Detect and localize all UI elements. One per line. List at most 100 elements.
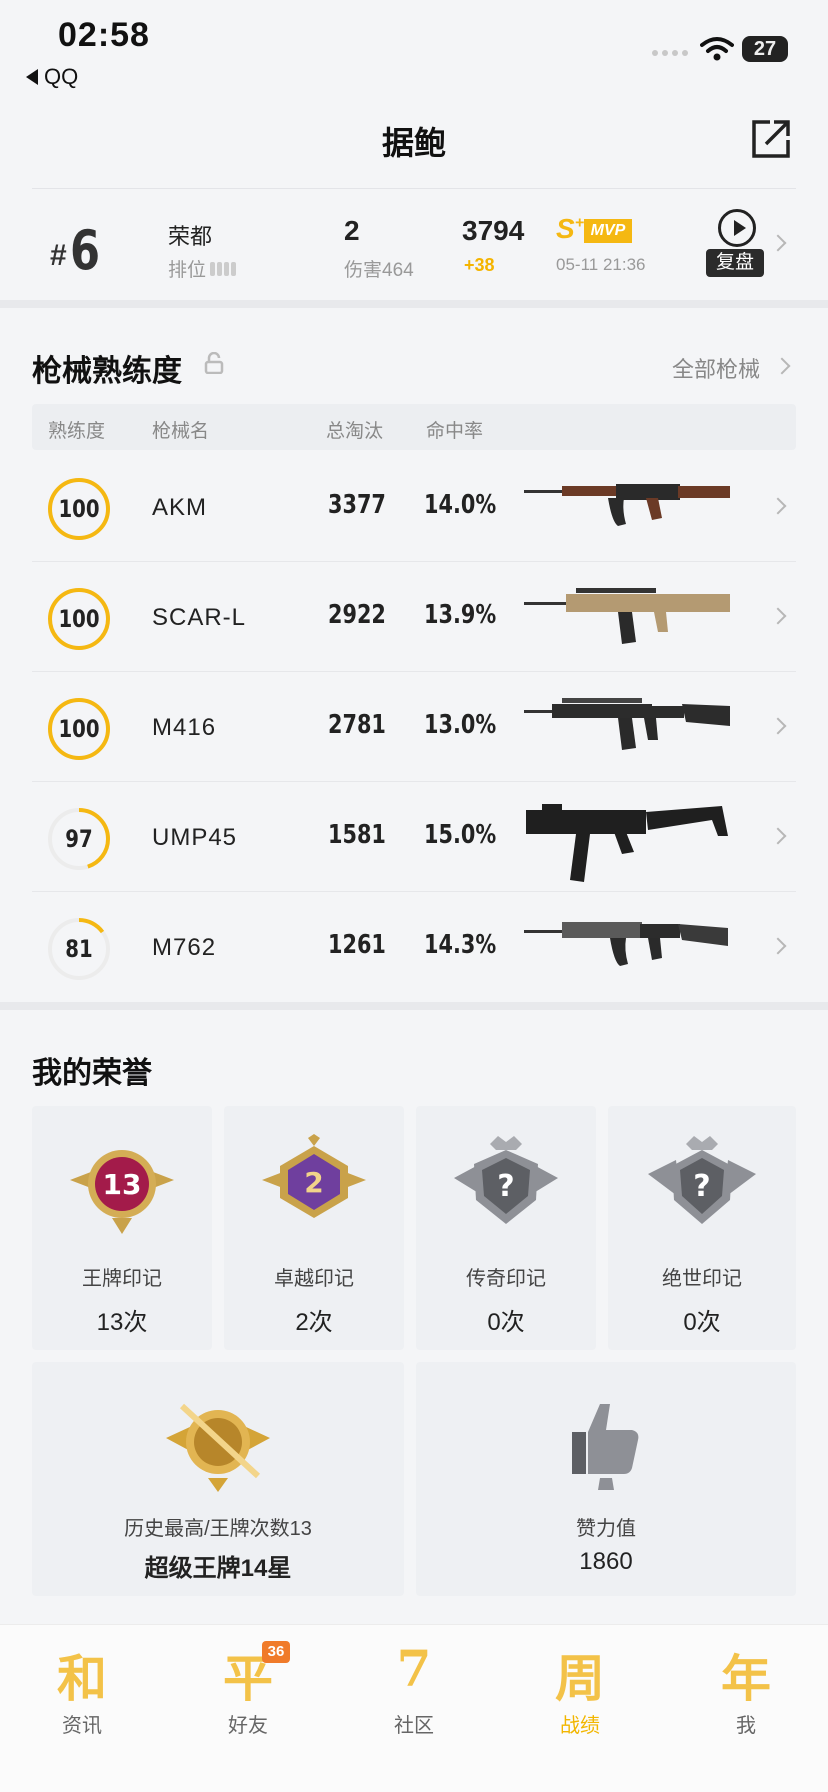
mastery-value: 100: [58, 605, 100, 633]
lock-icon[interactable]: [204, 352, 224, 374]
ace-badge-text: 13: [103, 1168, 142, 1201]
chevron-right-icon: [769, 497, 787, 515]
honor-label: 王牌印记: [82, 1268, 162, 1290]
weapon-accuracy: 13.9%: [424, 600, 497, 630]
honor-card-legend[interactable]: ? 传奇印记 0次: [416, 1106, 596, 1350]
weapon-row-scar-l[interactable]: 100 SCAR-L 2922 13.9%: [32, 562, 796, 672]
tab-label: 我: [736, 1715, 756, 1737]
weapon-table-header: 熟练度 枪械名 总淘汰 命中率: [32, 404, 796, 450]
tab-community[interactable]: 7 社区: [354, 1639, 474, 1739]
weapon-name: UMP45: [152, 824, 238, 851]
honor-card-unrivaled[interactable]: ? 绝世印记 0次: [608, 1106, 796, 1350]
section-divider: [0, 300, 828, 308]
play-icon: [734, 220, 746, 236]
bottom-tab-bar: 和 资讯 平 36 好友 7 社区 周 战绩 年 我: [0, 1624, 828, 1792]
ump45-smg-image: [526, 804, 728, 882]
legend-badge-icon: ?: [454, 1136, 558, 1224]
mastery-value: 81: [65, 935, 93, 963]
records-tab-icon: 周: [555, 1649, 605, 1708]
honor-count: 0次: [487, 1309, 525, 1336]
weapon-row-ump45[interactable]: 97 UMP45 1581 15.0%: [32, 782, 796, 892]
honor-card-excellence[interactable]: 2 卓越印记 2次: [224, 1106, 404, 1350]
weapon-row-m416[interactable]: 100 M416 2781 13.0%: [32, 672, 796, 782]
highest-rank-value: 超级王牌14星: [144, 1555, 292, 1582]
highest-rank-card[interactable]: 历史最高/王牌次数13 超级王牌14星: [32, 1362, 404, 1596]
scar-l-rifle-image: [524, 588, 730, 644]
tab-me[interactable]: 年 我: [686, 1639, 806, 1739]
me-tab-icon: 年: [721, 1649, 771, 1708]
weapon-kills: 2922: [328, 600, 386, 630]
m416-rifle-image: [524, 698, 730, 750]
status-bar: 02:58 QQ 27: [0, 0, 828, 96]
col-kills: 总淘汰: [326, 421, 384, 442]
section-divider: [0, 1002, 828, 1010]
back-to-app-button[interactable]: QQ: [26, 64, 78, 90]
weapon-accuracy: 15.0%: [424, 820, 497, 850]
weapon-accuracy: 14.3%: [424, 930, 497, 960]
col-accuracy: 命中率: [426, 421, 484, 442]
weapon-kills: 1581: [328, 820, 386, 850]
weapon-kills: 1261: [328, 930, 386, 960]
replay-label: 复盘: [706, 249, 764, 277]
match-score: 3794: [462, 215, 525, 246]
page-title: 据鲍: [381, 125, 446, 161]
recent-match-card[interactable]: # 6 荣都 排位 2 伤害464 3794 +38 S+ MVP 05-11 …: [32, 188, 796, 296]
weapon-accuracy: 14.0%: [424, 490, 497, 520]
share-icon[interactable]: [750, 118, 792, 160]
chevron-right-icon: [769, 937, 787, 955]
back-triangle-icon: [26, 69, 38, 85]
likes-card[interactable]: 赞力值 1860: [416, 1362, 796, 1596]
ace-badge-icon: 13: [70, 1150, 174, 1234]
m762-rifle-image: [524, 922, 728, 966]
map-name: 荣都: [168, 224, 213, 249]
match-kills: 2: [344, 215, 360, 246]
news-tab-icon: 和: [57, 1649, 107, 1708]
tab-records[interactable]: 周 战绩: [520, 1639, 640, 1739]
excellence-badge-icon: 2: [262, 1134, 366, 1218]
honor-card-ace[interactable]: 13 王牌印记 13次: [32, 1106, 212, 1350]
tab-label: 好友: [228, 1715, 268, 1737]
tab-news[interactable]: 和 资讯: [22, 1639, 142, 1739]
rank-hash: #: [50, 239, 67, 272]
weapon-kills: 3377: [328, 490, 386, 520]
mvp-badge: MVP: [584, 219, 632, 243]
likes-label: 赞力值: [576, 1518, 636, 1540]
unrivaled-badge-icon: ?: [648, 1136, 756, 1224]
replay-button[interactable]: 复盘: [706, 209, 764, 279]
honors-section-title: 我的荣誉: [32, 1057, 152, 1090]
back-app-label: QQ: [44, 64, 79, 89]
chevron-right-icon: [769, 607, 787, 625]
honor-label: 传奇印记: [466, 1268, 546, 1290]
likes-value: 1860: [579, 1548, 633, 1575]
battery-indicator: 27: [742, 36, 788, 62]
weapon-kills: 2781: [328, 710, 386, 740]
grade-letter: S: [556, 213, 575, 244]
match-mode: 排位: [168, 255, 237, 282]
mastery-value: 100: [58, 495, 100, 523]
all-weapons-link[interactable]: 全部枪械: [672, 352, 760, 384]
honor-count: 2次: [295, 1309, 333, 1336]
honor-count: 0次: [683, 1309, 721, 1336]
grade-plus: +: [574, 214, 585, 232]
tab-friends[interactable]: 平 36 好友: [188, 1639, 308, 1739]
weapon-row-m762[interactable]: 81 M762 1261 14.3%: [32, 892, 796, 1002]
friends-tab-icon: 平: [223, 1649, 273, 1708]
weapon-row-akm[interactable]: 100 AKM 3377 14.0%: [32, 452, 796, 562]
clock: 02:58: [58, 16, 150, 54]
excellence-badge-text: 2: [304, 1166, 323, 1199]
honor-label: 绝世印记: [662, 1268, 742, 1290]
highest-rank-label: 历史最高/王牌次数13: [124, 1518, 312, 1540]
weapon-section-title: 枪械熟练度: [32, 355, 182, 388]
weapon-name: M416: [152, 714, 217, 741]
col-mastery: 熟练度: [48, 421, 106, 442]
super-ace-badge-icon: [166, 1403, 270, 1492]
tab-label: 资讯: [62, 1715, 102, 1737]
weapon-accuracy: 13.0%: [424, 710, 497, 740]
community-tab-icon: 7: [396, 1639, 432, 1698]
mastery-value: 100: [58, 715, 100, 743]
honor-label: 卓越印记: [274, 1268, 354, 1290]
unrivaled-badge-text: ?: [693, 1169, 710, 1204]
friends-notification-badge: 36: [262, 1641, 290, 1663]
match-rank: 6: [70, 219, 101, 282]
weapon-name: AKM: [152, 494, 208, 521]
